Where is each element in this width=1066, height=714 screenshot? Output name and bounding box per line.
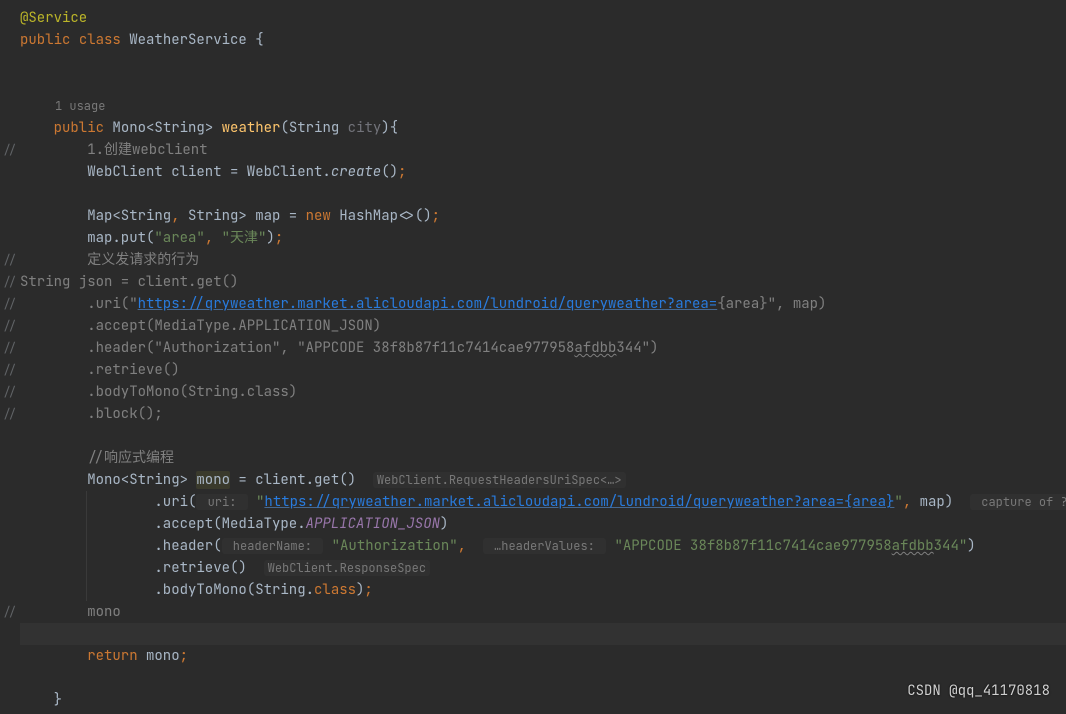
static-field: APPLICATION_JSON (306, 515, 440, 533)
inlay-hint: WebClient.ResponseSpec (264, 560, 430, 576)
gutter-comment-marker: // (0, 601, 20, 623)
inlay-param-hint: …headerValues: (483, 538, 606, 554)
keyword-class: class (79, 31, 121, 49)
gutter-comment-marker: // (0, 403, 20, 425)
gutter-comment-marker: // (0, 381, 20, 403)
code-area[interactable]: @Service public class WeatherService { 1… (20, 0, 1066, 714)
gutter-comment-marker: // (0, 337, 20, 359)
gutter: // // // // // // // // // // (0, 0, 20, 714)
gutter-comment-marker: // (0, 293, 20, 315)
inlay-param-hint: headerName: (222, 538, 324, 554)
class-name: WeatherService (129, 31, 247, 49)
current-line[interactable] (20, 623, 1066, 645)
inlay-param-hint: uri: (196, 494, 247, 510)
gutter-comment-marker: // (0, 271, 20, 293)
method-name: weather (222, 119, 281, 137)
watermark: CSDN @qq_41170818 (907, 682, 1050, 700)
variable-highlight: mono (196, 471, 230, 489)
gutter-comment-marker: // (0, 315, 20, 337)
keyword-public: public (20, 31, 70, 49)
gutter-comment-marker: // (0, 359, 20, 381)
usage-hint[interactable]: 1 usage (20, 98, 105, 114)
keyword-public: public (54, 119, 104, 137)
comment: //响应式编程 (87, 449, 174, 467)
gutter-comment-marker: // (0, 249, 20, 271)
inlay-hint: WebClient.RequestHeadersUriSpec<…> (373, 472, 626, 488)
code-editor[interactable]: // // // // // // // // // // @Service p… (0, 0, 1066, 714)
annotation: @Service (20, 9, 87, 27)
url-string[interactable]: https://qryweather.market.alicloudapi.co… (264, 493, 894, 511)
inlay-hint: capture of ? (970, 494, 1066, 510)
param-name: city (348, 119, 382, 137)
keyword-return: return (87, 647, 137, 665)
url-comment[interactable]: https://qryweather.market.alicloudapi.co… (138, 295, 718, 313)
gutter-comment-marker: // (0, 139, 20, 161)
